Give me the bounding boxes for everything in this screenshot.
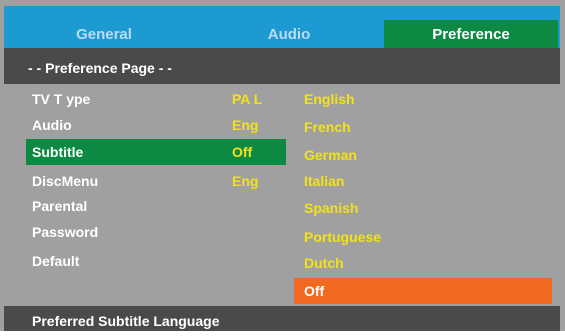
option-german[interactable]: German bbox=[294, 142, 552, 168]
setting-value: Off bbox=[232, 144, 253, 160]
tab-audio[interactable]: Audio bbox=[194, 20, 384, 50]
settings-panel: TV T ype PA L Audio Eng Subtitle Off Dis… bbox=[4, 84, 560, 306]
setting-value: Eng bbox=[232, 173, 259, 189]
setting-row-discmenu[interactable]: DiscMenu Eng bbox=[26, 168, 286, 194]
setting-label: Default bbox=[32, 253, 80, 269]
status-description: Preferred Subtitle Language bbox=[4, 306, 560, 331]
setting-value: Eng bbox=[232, 117, 259, 133]
setting-label: TV T ype bbox=[32, 91, 91, 107]
option-english[interactable]: English bbox=[294, 86, 552, 112]
setting-label: Parental bbox=[32, 198, 88, 214]
option-french[interactable]: French bbox=[294, 114, 552, 140]
setting-row-parental[interactable]: Parental bbox=[26, 193, 286, 219]
setting-row-tv-type[interactable]: TV T ype PA L bbox=[26, 86, 286, 112]
setting-row-password[interactable]: Password bbox=[26, 219, 286, 245]
tab-preference[interactable]: Preference bbox=[384, 20, 558, 50]
setting-row-audio[interactable]: Audio Eng bbox=[26, 112, 286, 138]
setting-value: PA L bbox=[232, 91, 263, 107]
setting-label: Audio bbox=[32, 117, 72, 133]
setting-label: DiscMenu bbox=[32, 173, 99, 189]
option-italian[interactable]: Italian bbox=[294, 168, 552, 194]
osd-menu: General Audio Preference - - Preference … bbox=[0, 0, 565, 331]
tab-general[interactable]: General bbox=[14, 20, 194, 50]
page-title: - - Preference Page - - bbox=[4, 48, 560, 84]
option-off[interactable]: Off bbox=[294, 278, 552, 304]
option-portuguese[interactable]: Portuguese bbox=[294, 224, 552, 250]
option-dutch[interactable]: Dutch bbox=[294, 250, 552, 276]
option-spanish[interactable]: Spanish bbox=[294, 195, 552, 221]
setting-row-subtitle[interactable]: Subtitle Off bbox=[26, 139, 286, 165]
tab-bar: General Audio Preference bbox=[4, 6, 560, 50]
setting-label: Subtitle bbox=[32, 144, 84, 160]
setting-label: Password bbox=[32, 224, 99, 240]
setting-row-default[interactable]: Default bbox=[26, 248, 286, 274]
